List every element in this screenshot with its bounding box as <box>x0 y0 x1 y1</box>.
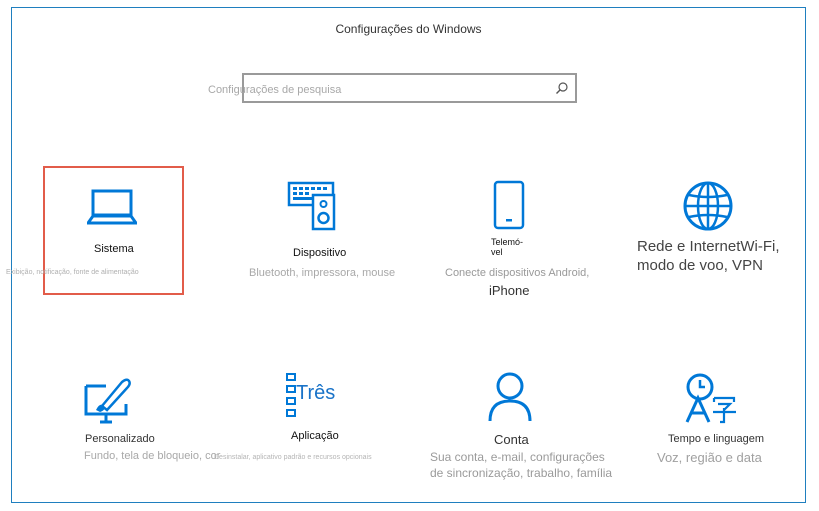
search-input[interactable] <box>206 80 540 100</box>
tile-rede[interactable]: Rede e InternetWi-Fi, modo de voo, VPN <box>632 176 802 296</box>
tile-conta[interactable]: Conta Sua conta, e-mail, configurações d… <box>422 368 622 488</box>
tile-desc: Voz, região e data <box>657 450 762 465</box>
window-title: Configurações do Windows <box>335 22 482 36</box>
tile-label-line1: Telemó- <box>491 237 524 247</box>
globe-icon <box>683 181 733 231</box>
tile-label-line2: modo de voo, VPN <box>637 257 763 274</box>
search-icon[interactable] <box>555 81 569 95</box>
apps-icon-text: Três <box>296 382 336 404</box>
tile-dispositivo[interactable]: Dispositivo Bluetooth, impressora, mouse <box>237 176 397 286</box>
person-icon <box>488 372 532 422</box>
tile-label-line2: vel <box>491 247 503 257</box>
tile-aplicacao[interactable]: Três Aplicação Desinstalar, aplicativo p… <box>212 368 412 478</box>
tile-desc: Desinstalar, aplicativo padrão e recurso… <box>214 454 372 461</box>
tile-label: Sistema <box>94 243 134 255</box>
tile-label: Personalizado <box>85 433 155 445</box>
tile-tempo-linguagem[interactable]: Tempo e linguagem Voz, região e data <box>642 368 802 478</box>
search-box[interactable] <box>206 73 577 103</box>
paintbrush-icon <box>84 378 131 424</box>
tile-personalizado[interactable]: Personalizado Fundo, tela de bloqueio, c… <box>52 368 220 478</box>
tile-telemovel[interactable]: Telemó- vel Conecte dispositivos Android… <box>432 176 602 298</box>
tile-desc: Bluetooth, impressora, mouse <box>249 267 396 279</box>
tile-label-line1: Rede e InternetWi-Fi, <box>637 238 780 255</box>
tile-desc-2: iPhone <box>489 283 530 298</box>
laptop-icon <box>87 189 137 225</box>
phone-icon <box>493 180 525 230</box>
tile-desc-2: de sincronização, trabalho, família <box>430 466 613 480</box>
keyboard-speaker-icon <box>287 181 336 231</box>
tile-desc: Exibição, notificação, fonte de alimenta… <box>6 269 139 276</box>
tile-desc: Sua conta, e-mail, configurações <box>430 450 605 464</box>
tile-desc: Fundo, tela de bloqueio, cor <box>84 450 221 462</box>
tile-label: Tempo e linguagem <box>668 433 765 445</box>
tile-label: Aplicação <box>291 430 339 442</box>
tile-desc: Conecte dispositivos Android, <box>445 267 590 279</box>
tile-label: Dispositivo <box>293 247 347 259</box>
time-language-icon <box>685 373 736 424</box>
tile-label: Conta <box>494 432 529 447</box>
settings-window: Configurações do Windows Sistema Exibiçã… <box>6 7 806 503</box>
